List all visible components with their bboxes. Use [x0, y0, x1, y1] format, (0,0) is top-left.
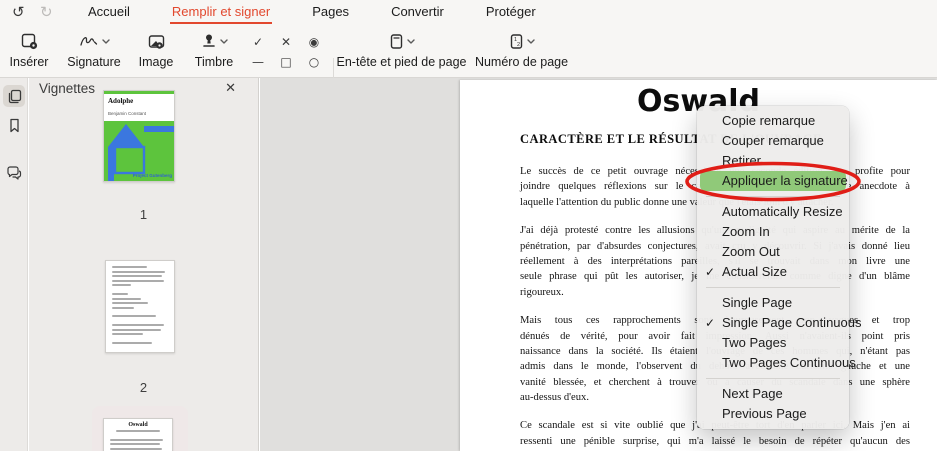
menu-item-appliquer-la-signature[interactable]: Appliquer la signature — [700, 171, 848, 191]
close-icon[interactable]: ✕ — [225, 80, 236, 96]
page-number-label: Numéro de page — [474, 55, 569, 69]
insert-button[interactable]: Insérer — [6, 28, 52, 69]
signature-button[interactable]: Signature — [62, 28, 126, 69]
page-number-label-2: 2 — [139, 380, 148, 395]
menu-item-retirer[interactable]: Retirer — [697, 151, 849, 171]
comments-panel-button[interactable] — [3, 162, 25, 184]
page-thumbnail-1[interactable]: Adolphe Benjamin Constant Project Gutenb… — [103, 90, 175, 182]
toolbar: Insérer Signature Image Timbre ✓ ✕ ◉ — □… — [0, 26, 937, 98]
square-shape-button[interactable]: □ — [280, 56, 291, 68]
menu-item-couper-remarque[interactable]: Couper remarque — [697, 131, 849, 151]
circle-shape-button[interactable]: ○ — [309, 56, 319, 68]
menu-item-copie-remarque[interactable]: Copie remarque — [697, 111, 849, 131]
chevron-down-icon — [526, 38, 535, 44]
menu-item-single-page-continuous[interactable]: ✓ Single Page Continuous — [697, 313, 862, 333]
navigation-rail — [0, 78, 28, 451]
pages-icon — [7, 89, 22, 104]
mini-page-title: Oswald — [128, 422, 148, 428]
filled-dot-shape-button[interactable]: ◉ — [309, 36, 319, 48]
tab-accueil[interactable]: Accueil — [86, 2, 132, 24]
stamp-icon — [201, 33, 217, 50]
comments-icon — [6, 166, 22, 180]
undo-icon[interactable]: ↺ — [12, 2, 25, 24]
image-button[interactable]: Image — [134, 28, 178, 69]
bookmarks-panel-button[interactable] — [3, 114, 25, 136]
signature-icon — [79, 33, 99, 49]
menu-separator — [706, 196, 840, 197]
menu-separator — [706, 378, 840, 379]
page-thumbnail-3[interactable]: Oswald — [103, 418, 173, 451]
thumbnails-sidebar: Vignettes ✕ Adolphe Benjamin Constant Pr… — [29, 78, 289, 451]
stamp-label: Timbre — [194, 55, 234, 69]
redo-icon[interactable]: ↻ — [40, 2, 53, 24]
bookmark-icon — [8, 118, 21, 133]
menu-item-zoom-out[interactable]: Zoom Out — [697, 242, 849, 262]
page-number-button[interactable]: 1 2 Numéro de page — [474, 28, 569, 69]
annotation-shape-buttons: ✓ ✕ ◉ — □ ○ — [244, 32, 328, 72]
checkmark-shape-button[interactable]: ✓ — [253, 36, 263, 48]
ribbon-tabs: Accueil Remplir et signer Pages Converti… — [86, 0, 538, 26]
page-number-icon: 1 2 — [509, 33, 524, 50]
page-number-label-1: 1 — [139, 207, 148, 222]
app-window: ↺ ↻ Accueil Remplir et signer Pages Conv… — [0, 0, 937, 451]
thumbnails-panel-button[interactable] — [3, 85, 25, 107]
signature-label: Signature — [67, 55, 121, 69]
menu-separator — [706, 287, 840, 288]
image-icon — [147, 28, 166, 54]
menu-item-automatically-resize[interactable]: Automatically Resize — [697, 202, 849, 222]
tab-remplir-et-signer[interactable]: Remplir et signer — [169, 2, 273, 24]
tab-convertir[interactable]: Convertir — [389, 2, 446, 24]
page-thumbnail-2[interactable] — [105, 260, 175, 353]
dash-shape-button[interactable]: — — [252, 56, 264, 68]
context-menu: Copie remarque Couper remarque Retirer A… — [697, 106, 862, 429]
header-footer-icon — [389, 33, 404, 50]
menu-item-two-pages[interactable]: Two Pages — [697, 333, 849, 353]
tab-pages[interactable]: Pages — [310, 2, 351, 24]
insert-icon — [20, 28, 39, 54]
image-label: Image — [138, 55, 174, 69]
cross-shape-button[interactable]: ✕ — [281, 36, 291, 48]
header-footer-button[interactable]: En-tête et pied de page — [334, 28, 469, 69]
chevron-down-icon — [219, 38, 228, 44]
stamp-button[interactable]: Timbre — [188, 28, 240, 69]
menu-item-actual-size[interactable]: ✓ Actual Size — [697, 262, 849, 282]
menu-item-two-pages-continuous[interactable]: Two Pages Continuous — [697, 353, 856, 373]
checkmark-icon: ✓ — [705, 265, 716, 279]
menu-item-previous-page[interactable]: Previous Page — [697, 404, 849, 424]
menu-item-single-page[interactable]: Single Page — [697, 293, 849, 313]
menu-item-next-page[interactable]: Next Page — [697, 384, 849, 404]
cover-author: Benjamin Constant — [108, 111, 147, 116]
cover-title: Adolphe — [108, 97, 134, 105]
chevron-down-icon — [101, 38, 110, 44]
insert-label: Insérer — [9, 55, 49, 69]
menu-item-zoom-in[interactable]: Zoom In — [697, 222, 849, 242]
checkmark-icon: ✓ — [705, 316, 716, 330]
svg-text:2: 2 — [517, 42, 520, 48]
cover-top-strip — [104, 91, 174, 94]
tab-proteger[interactable]: Protéger — [484, 2, 538, 24]
cover-publisher: Project Gutenberg — [132, 173, 172, 178]
header-footer-label: En-tête et pied de page — [336, 55, 467, 69]
chevron-down-icon — [406, 38, 415, 44]
tab-bar: ↺ ↻ Accueil Remplir et signer Pages Conv… — [0, 0, 937, 26]
sidebar-title: Vignettes — [39, 81, 96, 96]
